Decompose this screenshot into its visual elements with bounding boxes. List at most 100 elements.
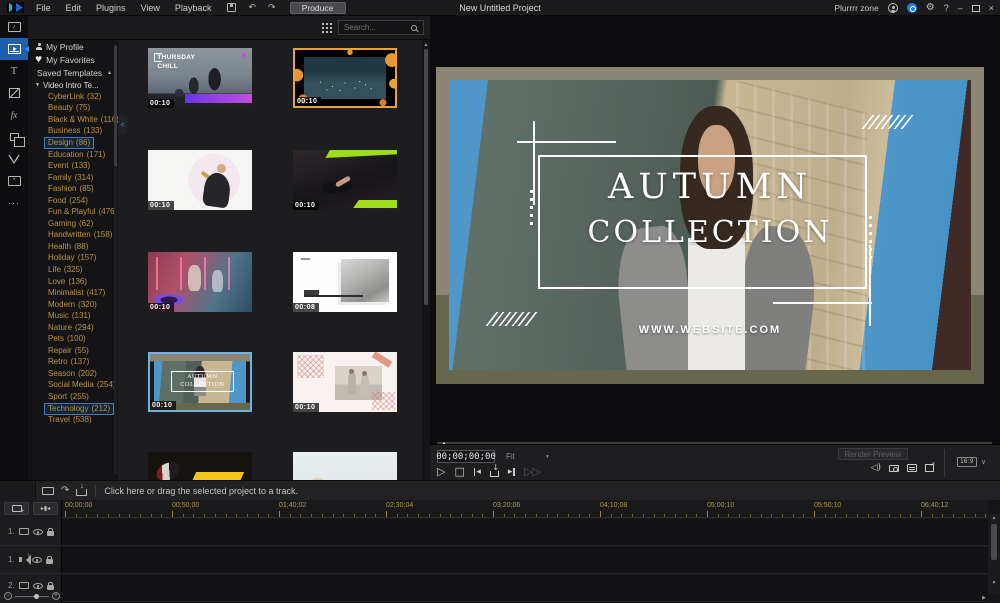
track-manager-button[interactable]: [4, 502, 29, 515]
settings-gear-icon[interactable]: ⚙: [926, 3, 935, 13]
snapshot-button[interactable]: [490, 471, 499, 477]
category-item[interactable]: Event(133): [28, 160, 118, 172]
track-header[interactable]: 1.: [0, 546, 62, 574]
rail-media-room[interactable]: ♪: [0, 16, 28, 38]
menu-edit[interactable]: Edit: [66, 3, 82, 13]
template-thumbnail[interactable]: [293, 452, 397, 480]
track-lock-icon[interactable]: [46, 559, 53, 564]
menu-plugins[interactable]: Plugins: [96, 3, 126, 13]
search-input[interactable]: [339, 23, 411, 32]
category-item[interactable]: Family(314): [28, 172, 118, 184]
save-icon[interactable]: [227, 3, 236, 12]
play-button[interactable]: ▷: [437, 465, 445, 478]
zoom-in-button[interactable]: +: [52, 592, 60, 600]
notification-icon[interactable]: [907, 3, 917, 13]
scroll-right-icon[interactable]: ▶: [982, 595, 986, 601]
timeline-track-lane[interactable]: [62, 518, 988, 546]
template-thumbnail[interactable]: 00:08: [293, 252, 397, 312]
category-item[interactable]: Sport(255): [28, 391, 118, 403]
category-item[interactable]: Repair(55): [28, 345, 118, 357]
aspect-ratio-selector[interactable]: 16:9 ∨: [957, 457, 986, 467]
category-item[interactable]: Business(133): [28, 126, 118, 138]
category-scrollbar[interactable]: [114, 44, 117, 474]
sidebar-group-video-intro[interactable]: ▼ Video Intro Te...: [28, 79, 118, 91]
category-item[interactable]: Minimalist(417): [28, 287, 118, 299]
zoom-fit-dropdown[interactable]: Fit ▼: [502, 450, 554, 463]
category-item[interactable]: CyberLink(32): [28, 91, 118, 103]
rail-templates-room-selected[interactable]: [0, 38, 28, 60]
category-item[interactable]: Travel(538): [28, 414, 118, 426]
view-grid-icon[interactable]: [322, 23, 324, 25]
template-thumbnail[interactable]: 00:10: [148, 150, 252, 210]
zoom-out-button[interactable]: −: [4, 592, 12, 600]
template-thumbnail[interactable]: 00:10: [293, 352, 397, 412]
track-visibility-icon[interactable]: [32, 557, 42, 563]
library-scrollbar[interactable]: ▲: [422, 40, 430, 480]
category-item[interactable]: Social Media(254): [28, 380, 118, 392]
undock-window-icon[interactable]: [925, 464, 934, 472]
category-item[interactable]: Black & White(116): [28, 114, 118, 126]
account-icon[interactable]: [888, 3, 898, 13]
menu-view[interactable]: View: [141, 3, 160, 13]
maximize-button[interactable]: [972, 5, 980, 12]
category-item[interactable]: Holiday(157): [28, 253, 118, 265]
rail-effect-room[interactable]: fx: [0, 104, 28, 126]
rail-more-rooms[interactable]: ···: [0, 192, 28, 214]
screen-icon[interactable]: [42, 487, 54, 495]
panel-collapse-handle[interactable]: <: [118, 116, 127, 134]
help-button[interactable]: ?: [944, 3, 949, 13]
menu-file[interactable]: File: [36, 3, 51, 13]
fast-forward-button[interactable]: ▷▷: [524, 465, 541, 478]
timeline-tracks-area[interactable]: [62, 518, 988, 603]
scroll-up-icon[interactable]: ▲: [988, 515, 1000, 521]
category-item[interactable]: Technology(212): [28, 403, 118, 415]
category-item[interactable]: Pets(100): [28, 333, 118, 345]
template-thumbnail[interactable]: 00:10: [293, 150, 397, 210]
rail-title-room[interactable]: T: [0, 60, 28, 82]
timeline-scrollbar[interactable]: ▲ ▼: [988, 514, 1000, 594]
template-thumbnail[interactable]: 00:10: [293, 48, 397, 108]
category-item[interactable]: Beauty(75): [28, 103, 118, 115]
category-item[interactable]: Modern(320): [28, 299, 118, 311]
category-item[interactable]: Music(131): [28, 310, 118, 322]
menu-playback[interactable]: Playback: [175, 3, 212, 13]
timecode-display[interactable]: 00;00;00;00: [437, 450, 495, 463]
volume-icon[interactable]: ◁): [871, 463, 881, 473]
preview-quality-icon[interactable]: [907, 464, 917, 472]
collapse-section-icon[interactable]: ▲: [107, 70, 112, 76]
timeline-track-lane[interactable]: [62, 546, 988, 574]
next-frame-button[interactable]: ▸: [508, 467, 515, 477]
produce-button[interactable]: Produce: [290, 2, 346, 14]
category-item[interactable]: Season(202): [28, 368, 118, 380]
category-item[interactable]: Nature(294): [28, 322, 118, 334]
rail-overlay-room[interactable]: [0, 126, 28, 148]
minimize-button[interactable]: –: [958, 3, 963, 13]
category-item[interactable]: Retro(137): [28, 357, 118, 369]
zoom-slider-thumb[interactable]: [34, 594, 39, 599]
fit-timeline-button[interactable]: ▸▮◂: [33, 502, 58, 515]
category-item[interactable]: Fashion(85): [28, 183, 118, 195]
template-thumbnail[interactable]: [148, 452, 252, 480]
template-thumbnail[interactable]: THURSDAY CHILL 00:10: [148, 48, 252, 108]
sidebar-item-my-favorites[interactable]: ♥ My Favorites: [28, 53, 118, 66]
timeline-scrollbar-thumb[interactable]: [991, 524, 997, 560]
expand-group-icon[interactable]: ▼: [35, 82, 40, 88]
search-box[interactable]: [338, 20, 424, 35]
track-lock-icon[interactable]: [47, 531, 54, 536]
category-item[interactable]: Love(136): [28, 276, 118, 288]
search-icon[interactable]: [411, 25, 417, 31]
template-thumbnail[interactable]: 00:10: [148, 252, 252, 312]
zoom-slider[interactable]: [15, 596, 49, 597]
template-thumbnail[interactable]: AUTUMN COLLECTION 00:10: [148, 352, 252, 412]
previous-frame-button[interactable]: ◂: [474, 467, 481, 477]
rail-transition-room[interactable]: [0, 82, 28, 104]
track-visibility-icon[interactable]: [33, 529, 43, 535]
category-item[interactable]: Life(325): [28, 264, 118, 276]
category-item[interactable]: Food(254): [28, 195, 118, 207]
scroll-up-icon[interactable]: ▲: [422, 42, 430, 48]
rail-plugin-room[interactable]: *: [0, 170, 28, 192]
track-lock-icon[interactable]: [47, 585, 54, 590]
stop-button[interactable]: □: [454, 465, 464, 478]
add-to-track-icon[interactable]: [76, 489, 87, 496]
category-item[interactable]: Design(86): [28, 137, 118, 149]
